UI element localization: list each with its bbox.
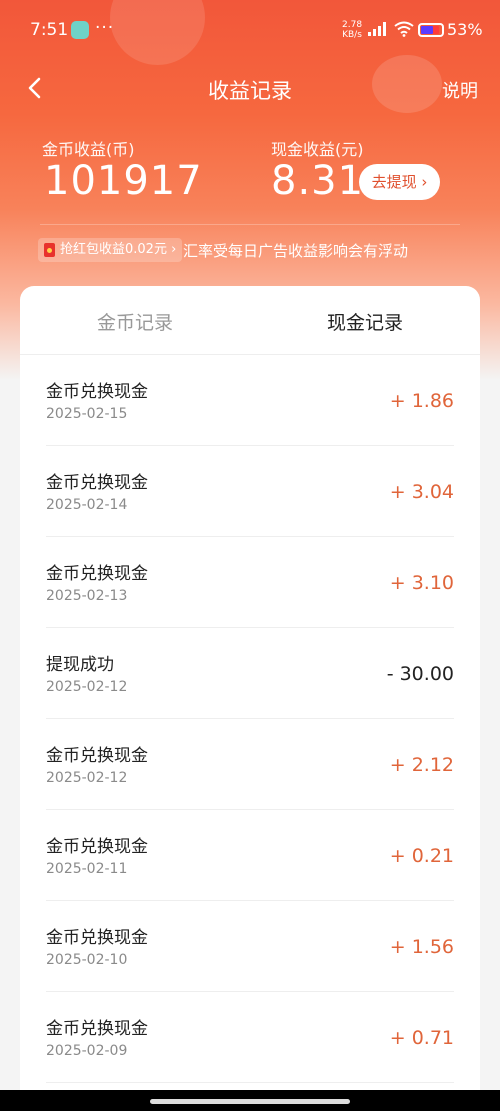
record-title: 金币兑换现金 [46, 928, 148, 948]
tab-coin-records[interactable]: 金币记录 [20, 308, 250, 335]
record-amount: + 2.12 [389, 754, 454, 776]
record-date: 2025-02-12 [46, 679, 128, 695]
withdraw-button[interactable]: 去提现 › [359, 164, 440, 200]
more-notifications-icon: ··· [95, 18, 115, 38]
coin-earnings-label: 金币收益(币) [42, 140, 135, 159]
record-title: 金币兑换现金 [46, 746, 148, 766]
records-card: 金币记录 现金记录 金币兑换现金 2025-02-15 + 1.86 金币兑换现… [20, 286, 480, 1111]
record-amount: + 1.56 [389, 936, 454, 958]
help-link[interactable]: 说明 [442, 77, 478, 103]
record-date: 2025-02-09 [46, 1043, 128, 1059]
list-item: 金币兑换现金 2025-02-10 + 1.56 [46, 901, 454, 992]
battery-percentage: 53% [447, 20, 483, 39]
red-packet-earnings-tag[interactable]: 抢红包收益0.02元 › [38, 238, 183, 262]
system-navigation-bar [0, 1090, 500, 1111]
record-title: 提现成功 [46, 655, 114, 675]
record-date: 2025-02-12 [46, 770, 128, 786]
record-date: 2025-02-11 [46, 861, 128, 877]
record-amount: + 3.04 [389, 481, 454, 503]
tab-cash-records[interactable]: 现金记录 [250, 308, 480, 335]
coin-earnings-value: 101917 [44, 158, 203, 204]
record-title: 金币兑换现金 [46, 473, 148, 493]
home-indicator[interactable] [150, 1099, 350, 1104]
cash-earnings-label: 现金收益(元) [271, 140, 364, 159]
nav-bar: 收益记录 说明 [0, 65, 500, 113]
record-tabs: 金币记录 现金记录 [20, 286, 480, 355]
record-amount: + 0.21 [389, 845, 454, 867]
record-date: 2025-02-13 [46, 588, 128, 604]
network-speed-value: 2.78 [342, 20, 363, 30]
list-item: 金币兑换现金 2025-02-13 + 3.10 [46, 537, 454, 628]
network-speed-unit: KB/s [342, 30, 362, 40]
exchange-rate-note: 汇率受每日广告收益影响会有浮动 [183, 242, 409, 260]
list-item: 金币兑换现金 2025-02-14 + 3.04 [46, 446, 454, 537]
status-bar: 7:51 ··· 2.78 KB/s 53% [0, 0, 500, 60]
wifi-icon [394, 21, 414, 37]
battery-icon [418, 23, 444, 37]
list-item: 金币兑换现金 2025-02-12 + 2.12 [46, 719, 454, 810]
record-title: 金币兑换现金 [46, 837, 148, 857]
record-amount: + 0.71 [389, 1027, 454, 1049]
record-date: 2025-02-14 [46, 497, 128, 513]
record-title: 金币兑换现金 [46, 1019, 148, 1039]
list-item: 金币兑换现金 2025-02-09 + 0.71 [46, 992, 454, 1083]
status-time: 7:51 [30, 20, 69, 40]
record-amount: + 3.10 [389, 572, 454, 594]
page-title: 收益记录 [208, 79, 292, 103]
red-packet-icon [44, 243, 55, 257]
record-amount: - 30.00 [386, 663, 454, 685]
divider [40, 224, 460, 225]
red-packet-earnings-text: 抢红包收益0.02元 › [60, 242, 177, 257]
record-date: 2025-02-15 [46, 406, 128, 422]
record-date: 2025-02-10 [46, 952, 128, 968]
record-title: 金币兑换现金 [46, 564, 148, 584]
list-item: 金币兑换现金 2025-02-11 + 0.21 [46, 810, 454, 901]
cash-earnings-value: 8.31 [271, 158, 365, 204]
signal-icon [368, 22, 386, 36]
record-title: 金币兑换现金 [46, 382, 148, 402]
app-notification-icon [71, 21, 89, 39]
record-amount: + 1.86 [389, 390, 454, 412]
network-speed: 2.78 KB/s [342, 20, 362, 40]
list-item: 提现成功 2025-02-12 - 30.00 [46, 628, 454, 719]
list-item: 金币兑换现金 2025-02-15 + 1.86 [46, 355, 454, 446]
